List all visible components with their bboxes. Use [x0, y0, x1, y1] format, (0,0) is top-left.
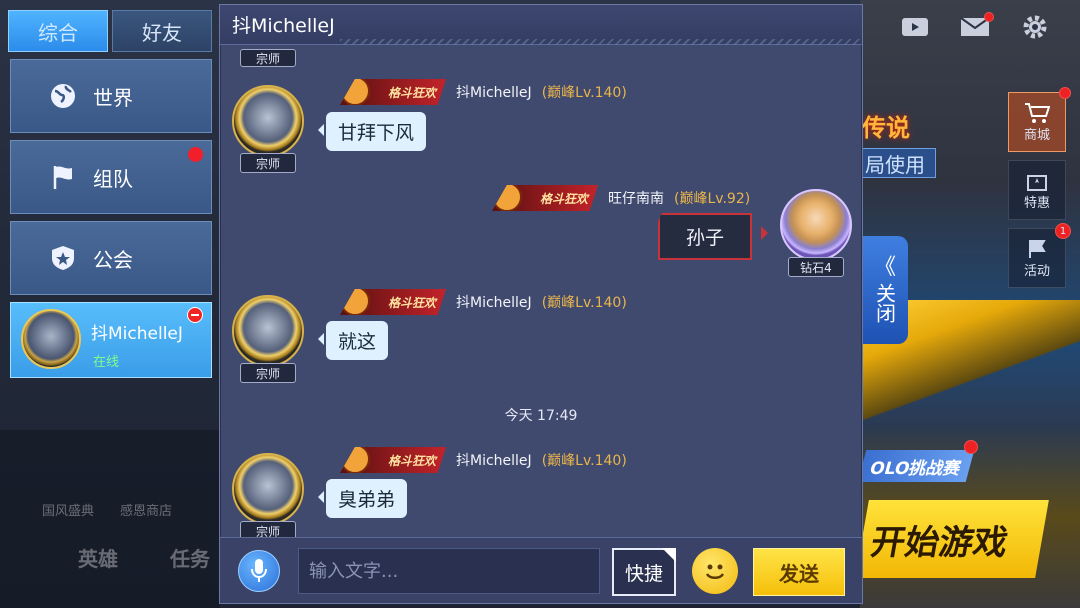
send-button[interactable]: 发送 — [753, 548, 845, 596]
rank-badge: 钻石4 — [788, 257, 844, 277]
dim-lobby-item: 感恩商店 — [120, 504, 173, 519]
sender-name: 抖MichelleJ — [456, 295, 532, 311]
shop-notification-dot — [1059, 87, 1071, 99]
promo-use-label: 局使用 — [862, 148, 936, 178]
activity-badge: 1 — [1055, 223, 1071, 239]
rank-badge: 宗师 — [240, 363, 296, 383]
chat-panel: 抖MichelleJ 宗师 宗师 格斗狂欢 抖MichelleJ (巅峰Lv.1… — [219, 4, 863, 604]
message-header: 格斗狂欢 抖MichelleJ (巅峰Lv.140) — [340, 447, 627, 473]
fist-icon — [340, 447, 370, 473]
sender-name: 旺仔南南 — [608, 191, 664, 207]
fist-icon — [492, 185, 522, 211]
rank-badge: 宗师 — [240, 521, 296, 537]
gear-icon[interactable] — [1020, 12, 1050, 42]
message-header: 格斗狂欢 抖MichelleJ (巅峰Lv.140) — [340, 79, 627, 105]
sender-level: (巅峰Lv.92) — [674, 191, 751, 207]
fight-carnival-badge: 格斗狂欢 — [340, 289, 446, 315]
avatar — [232, 453, 304, 525]
chat-text-input[interactable] — [298, 548, 600, 594]
tab-general[interactable]: 综合 — [8, 10, 108, 52]
dim-lobby-item: 国风盛典 — [42, 504, 95, 519]
tab-friends[interactable]: 好友 — [112, 10, 212, 52]
shield-star-icon — [49, 244, 77, 272]
close-tab-label: 关闭 — [872, 283, 897, 323]
avatar — [232, 295, 304, 367]
cart-icon — [1025, 102, 1050, 123]
sender-level: (巅峰Lv.140) — [541, 295, 627, 311]
fist-icon — [340, 79, 370, 105]
chat-tabs: 综合 好友 — [8, 10, 212, 52]
video-icon[interactable] — [900, 12, 930, 42]
activity-label: 活动 — [1023, 263, 1050, 279]
fight-carnival-badge: 格斗狂欢 — [492, 185, 598, 211]
shop-button[interactable]: 商城 — [1008, 87, 1071, 152]
sidebar-item-world[interactable]: 世界 — [10, 59, 212, 133]
friend-name: 抖MichelleJ — [91, 324, 183, 344]
fist-icon — [340, 289, 370, 315]
sidebar-item-label: 公会 — [93, 247, 133, 272]
fight-carnival-badge: 格斗狂欢 — [340, 447, 446, 473]
mail-icon[interactable] — [960, 12, 994, 42]
sender-name: 抖MichelleJ — [456, 85, 532, 101]
message-bubble: 甘拜下风 — [317, 112, 427, 151]
team-notification-dot — [188, 147, 203, 162]
self-avatar[interactable]: 钻石4 — [780, 189, 852, 289]
start-game-button[interactable]: 开始游戏 — [855, 500, 1049, 578]
dim-hero-button: 英雄 — [78, 547, 118, 571]
special-offer-label: 特惠 — [1023, 195, 1050, 211]
avatar — [780, 189, 852, 261]
message-header: 格斗狂欢 抖MichelleJ (巅峰Lv.140) — [340, 289, 627, 315]
flag-icon — [1029, 239, 1046, 258]
remove-friend-icon[interactable] — [187, 307, 203, 323]
top-icon-bar — [900, 12, 1050, 42]
sender-name: 抖MichelleJ — [456, 453, 532, 469]
message-timestamp: 今天 17:49 — [504, 408, 578, 424]
message-bubble-self: 孙子 — [658, 213, 753, 260]
fight-badge-label: 格斗狂欢 — [387, 85, 436, 100]
sidebar-item-guild[interactable]: 公会 — [10, 221, 212, 295]
friend-card-selected[interactable]: 抖MichelleJ 在线 — [10, 302, 212, 378]
gift-icon — [1027, 174, 1047, 191]
avatar — [21, 309, 81, 369]
quick-phrase-button[interactable]: 快捷 — [612, 548, 676, 596]
sender-avatar[interactable]: 宗师 — [232, 85, 304, 185]
microphone-icon — [251, 559, 267, 582]
solo-notification-dot — [964, 440, 978, 454]
fight-badge-label: 格斗狂欢 — [387, 453, 436, 468]
globe-icon — [49, 82, 77, 110]
friend-status: 在线 — [93, 355, 120, 370]
mail-notification-dot — [984, 12, 994, 22]
fight-badge-label: 格斗狂欢 — [539, 191, 588, 206]
shop-label: 商城 — [1023, 127, 1050, 143]
dimmed-lobby-area — [0, 430, 220, 608]
chevron-left-icon: 《 — [873, 255, 896, 280]
chat-messages[interactable]: 宗师 宗师 格斗狂欢 抖MichelleJ (巅峰Lv.140) 甘拜下风 格斗… — [220, 45, 862, 537]
solo-challenge-button[interactable]: OLO挑战赛 — [857, 450, 975, 482]
sender-avatar[interactable]: 宗师 — [232, 295, 304, 395]
chat-input-bar: 快捷 发送 — [220, 537, 862, 603]
rank-badge: 宗师 — [240, 153, 296, 173]
avatar — [232, 85, 304, 157]
sender-avatar[interactable]: 宗师 — [232, 453, 304, 537]
sender-level: (巅峰Lv.140) — [541, 85, 627, 101]
activity-button[interactable]: 活动 1 — [1008, 223, 1071, 288]
message-header: 格斗狂欢 旺仔南南 (巅峰Lv.92) — [492, 185, 750, 211]
smiley-icon — [705, 564, 725, 579]
bubble-tail — [761, 226, 775, 240]
sidebar-item-label: 组队 — [93, 166, 133, 191]
special-offer-button[interactable]: 特惠 — [1008, 160, 1066, 220]
emoji-button[interactable] — [692, 548, 738, 594]
microphone-button[interactable] — [238, 550, 280, 592]
fight-carnival-badge: 格斗狂欢 — [340, 79, 446, 105]
sidebar-item-label: 世界 — [93, 85, 133, 110]
message-bubble: 就这 — [317, 321, 389, 360]
rank-badge: 宗师 — [240, 49, 296, 67]
fight-badge-label: 格斗狂欢 — [387, 295, 436, 310]
sender-level: (巅峰Lv.140) — [541, 453, 627, 469]
sidebar-item-team[interactable]: 组队 — [10, 140, 212, 214]
close-chat-tab[interactable]: 《 关闭 — [862, 236, 908, 344]
dim-task-button: 任务 — [170, 547, 210, 571]
flag-icon — [49, 163, 77, 191]
message-bubble: 臭弟弟 — [317, 479, 408, 518]
